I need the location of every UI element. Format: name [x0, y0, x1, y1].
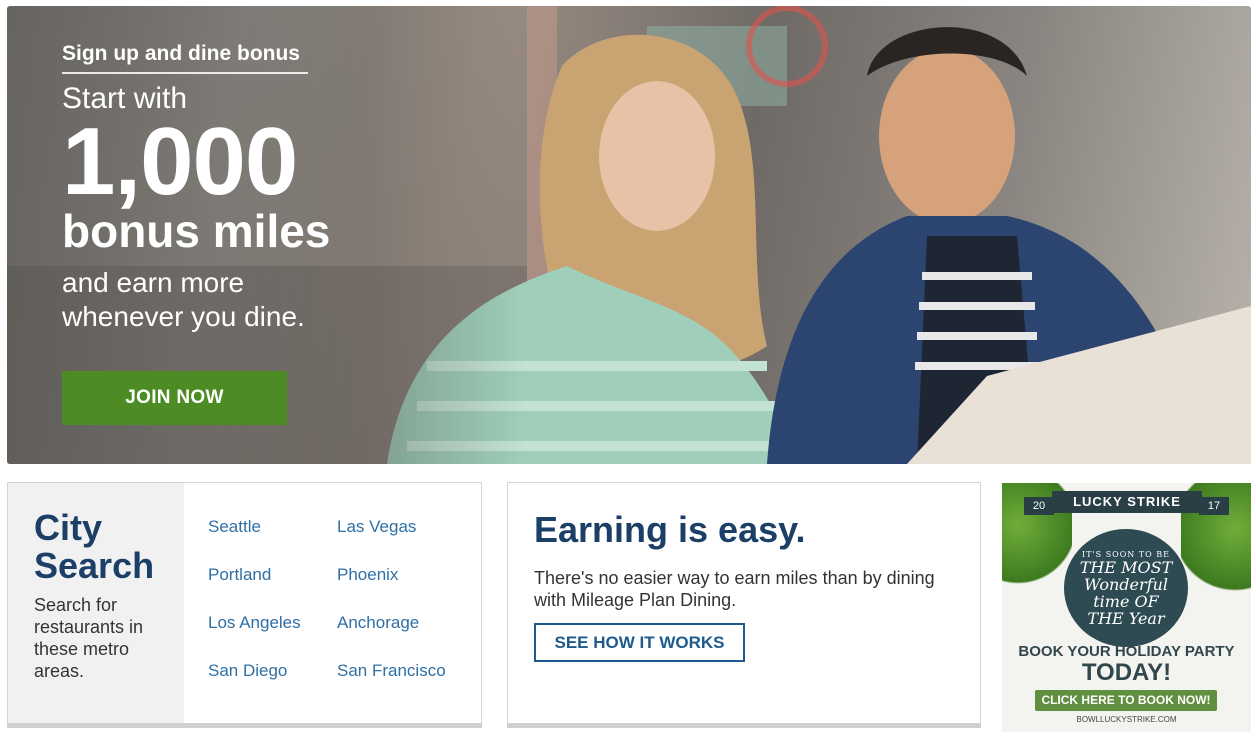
city-link-san-diego[interactable]: San Diego [208, 661, 337, 709]
join-now-button[interactable]: JOIN NOW [62, 371, 287, 425]
ad-badge-line4: THE Year [1087, 608, 1165, 628]
city-link-phoenix[interactable]: Phoenix [337, 565, 467, 613]
ad-ornament-badge: IT'S SOON TO BE THE MOST Wonderful time … [1064, 529, 1188, 647]
hero-copy: Sign up and dine bonus Start with 1,000 … [62, 42, 330, 334]
city-link-las-vegas[interactable]: Las Vegas [337, 517, 467, 565]
city-list: Seattle Las Vegas Portland Phoenix Los A… [184, 483, 467, 723]
hero-kicker: Sign up and dine bonus [62, 42, 308, 74]
ad-badge-line3: time OF [1093, 591, 1159, 611]
city-search-title: City Search [34, 509, 184, 585]
ad-year-left: 20 [1024, 497, 1054, 515]
earning-text: There's no easier way to earn miles than… [534, 568, 935, 610]
hero-tail-line1: and earn more [62, 267, 245, 298]
lucky-strike-ad[interactable]: 20 17 LUCKY STRIKE IT'S SOON TO BE THE M… [1002, 483, 1251, 732]
ad-badge-line1: THE MOST [1079, 557, 1173, 577]
ad-cta-text: BOOK YOUR HOLIDAY PARTY [1018, 643, 1235, 660]
ad-book-now-button[interactable]: CLICK HERE TO BOOK NOW! [1035, 690, 1217, 711]
hero-tail-line2: whenever you dine. [62, 301, 305, 332]
hero-banner: Sign up and dine bonus Start with 1,000 … [7, 6, 1251, 464]
city-link-san-francisco[interactable]: San Francisco [337, 661, 467, 709]
city-search-title-line1: City [34, 507, 103, 548]
ad-badge-line2: Wonderful [1084, 574, 1168, 594]
ad-url: BOWLLUCKYSTRIKE.COM [1076, 715, 1177, 724]
hero-tail: and earn more whenever you dine. [62, 266, 330, 334]
city-search-description: Search for restaurants in these metro ar… [34, 595, 144, 681]
city-search-intro: City Search Search for restaurants in th… [8, 483, 184, 723]
city-link-portland[interactable]: Portland [208, 565, 337, 613]
city-link-los-angeles[interactable]: Los Angeles [208, 613, 337, 661]
earning-card: Earning is easy. There's no easier way t… [507, 482, 981, 728]
city-search-title-line2: Search [34, 545, 155, 586]
see-how-it-works-button[interactable]: SEE HOW IT WORKS [534, 623, 745, 662]
earning-title: Earning is easy. [534, 509, 806, 550]
ad-brand-banner: LUCKY STRIKE [1052, 491, 1202, 513]
ad-today-text: TODAY! [1081, 659, 1172, 686]
city-link-anchorage[interactable]: Anchorage [337, 613, 467, 661]
hero-bonus-number: 1,000 [62, 108, 298, 215]
city-search-card: City Search Search for restaurants in th… [7, 482, 482, 728]
city-link-seattle[interactable]: Seattle [208, 517, 337, 565]
ad-year-right: 17 [1199, 497, 1229, 515]
hero-bonus-miles: bonus miles [62, 205, 331, 257]
